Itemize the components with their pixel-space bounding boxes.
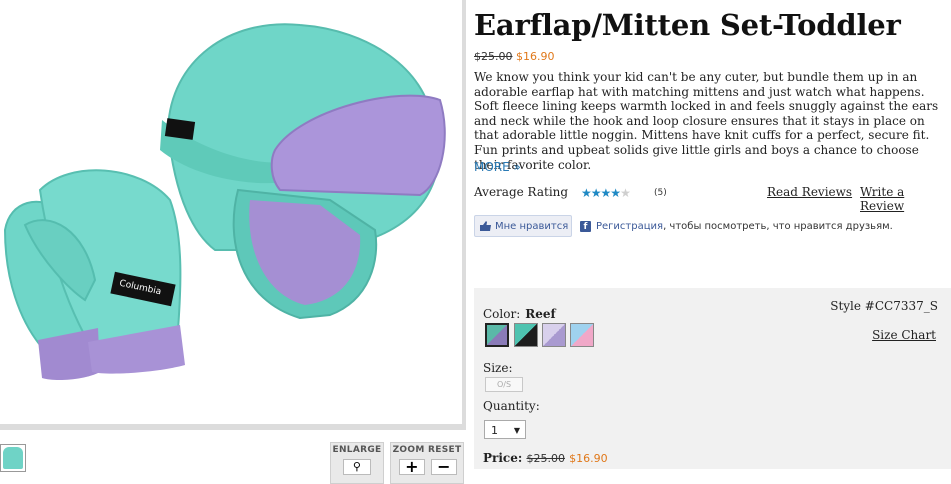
register-link[interactable]: Регистрация xyxy=(596,221,663,232)
enlarge-tool[interactable]: ENLARGE ⚲ xyxy=(330,442,384,484)
color-label-text: Color: xyxy=(483,307,521,321)
style-code: Style #CC7337_S xyxy=(830,299,938,313)
color-swatch-print[interactable] xyxy=(542,323,566,347)
thumbnail-item[interactable] xyxy=(0,444,26,472)
thumbs-up-icon xyxy=(480,221,491,231)
sale-price: $16.90 xyxy=(516,50,555,63)
magnifier-icon[interactable]: ⚲ xyxy=(343,459,371,475)
thumbnail-image xyxy=(3,447,23,469)
zoom-out-button[interactable]: − xyxy=(431,459,457,475)
thumbnail-strip: ENLARGE ⚲ ZOOM RESET + − xyxy=(0,432,464,484)
zoom-in-button[interactable]: + xyxy=(399,459,425,475)
color-swatch-black[interactable] xyxy=(514,323,538,347)
facebook-icon: f xyxy=(580,221,591,232)
star-empty-icon: ★ xyxy=(620,186,631,200)
facebook-register-text: f Регистрация, чтобы посмотреть, что нра… xyxy=(580,221,893,232)
summary-sale-price: $16.90 xyxy=(569,452,608,465)
register-text: , чтобы посмотреть, что нравится друзьям… xyxy=(663,221,893,232)
price-label: Price: xyxy=(483,451,523,465)
summary-original-price: $25.00 xyxy=(526,452,565,465)
more-link[interactable]: MORE » xyxy=(474,160,521,174)
price-summary: Price: $25.00 $16.90 xyxy=(483,451,608,465)
star-icon: ★ xyxy=(590,186,602,200)
like-label: Мне нравится xyxy=(495,221,569,232)
rating-count: (5) xyxy=(654,188,667,198)
quantity-select[interactable]: 1 ▼ xyxy=(484,420,526,439)
chevron-down-icon: ▼ xyxy=(513,426,520,435)
average-rating-label: Average Rating xyxy=(474,185,569,199)
star-icon: ★ xyxy=(581,186,592,200)
color-swatch-light[interactable] xyxy=(570,323,594,347)
rating-stars: ★★★★★ xyxy=(581,186,631,200)
write-review-link[interactable]: Write a Review xyxy=(860,185,951,213)
price-line: $25.00 $16.90 xyxy=(474,50,555,63)
quantity-value: 1 xyxy=(491,424,498,437)
original-price: $25.00 xyxy=(474,50,513,63)
zoom-label: ZOOM xyxy=(392,445,425,455)
like-button[interactable]: Мне нравится xyxy=(474,215,572,237)
size-label: Size: xyxy=(483,361,513,375)
read-reviews-link[interactable]: Read Reviews xyxy=(767,185,852,199)
size-option[interactable]: O/S xyxy=(485,377,523,392)
product-description: We know you think your kid can't be any … xyxy=(474,70,939,172)
product-photo xyxy=(3,23,446,380)
size-chart-link[interactable]: Size Chart xyxy=(872,328,936,342)
purchase-options: Color: Reef Style #CC7337_S Size Chart Si… xyxy=(474,288,951,469)
selected-color: Reef xyxy=(525,307,556,321)
color-swatch-reef[interactable] xyxy=(485,323,509,347)
color-label: Color: Reef xyxy=(483,307,556,321)
reset-label: RESET xyxy=(428,445,462,455)
quantity-label: Quantity: xyxy=(483,399,540,413)
star-icon: ★ xyxy=(610,186,621,200)
product-image[interactable]: Columbia xyxy=(0,0,466,430)
product-title: Earflap/Mitten Set-Toddler xyxy=(474,8,901,42)
star-icon: ★ xyxy=(600,186,612,200)
enlarge-label: ENLARGE xyxy=(332,445,382,455)
zoom-reset-tool: ZOOM RESET + − xyxy=(390,442,464,484)
